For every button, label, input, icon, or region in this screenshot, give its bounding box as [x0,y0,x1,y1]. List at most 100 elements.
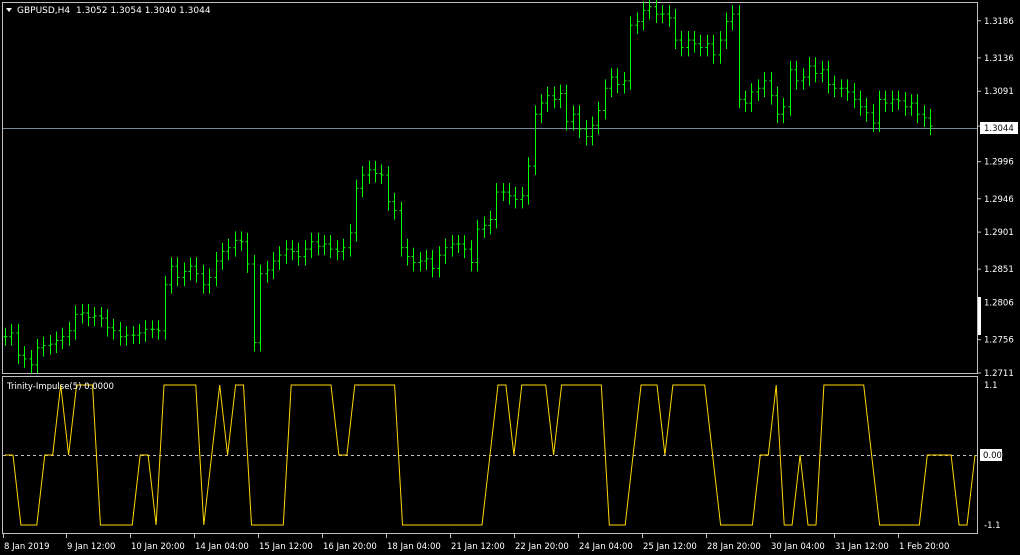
price-bar [826,60,831,94]
price-bar [233,231,238,257]
price-bar [424,249,429,270]
price-axis: 1.3186 1.3136 1.3091 1.2996 1.2946 1.2901 1.28… [977,17,1014,379]
price-bar [603,79,608,120]
price-bar [667,5,672,27]
price-bar [622,71,627,94]
trading-chart[interactable]: GBPUSD,H4 1.3052 1.3054 1.3040 1.3044 Tr… [0,0,1020,555]
price-bar [781,97,786,124]
price-bar [743,90,748,112]
price-bar [737,5,742,109]
time-tick-label: 24 Jan 04:00 [579,542,633,552]
price-bar [552,86,557,109]
time-axis: 8 Jan 2019 9 Jan 12:00 10 Jan 20:00 14 Jan … [3,534,949,552]
price-tick-label: 1.2756 [984,336,1014,346]
price-bar [577,105,582,138]
price-bar [730,5,735,31]
current-price-label: 1.3044 [984,124,1014,134]
price-bar [29,350,34,374]
price-bar [335,240,340,261]
price-bar [271,252,276,279]
price-bar [832,75,837,98]
price-bar [316,232,321,256]
price-bar [883,90,888,112]
price-bar [475,220,480,272]
price-bar [411,247,416,272]
price-bar [277,246,282,270]
symbol-timeframe: GBPUSD,H4 [17,6,70,16]
time-tick-label: 28 Jan 20:00 [707,542,761,552]
price-bar [296,242,301,266]
price-bar [430,249,435,278]
price-bar [558,84,563,109]
price-bar [226,238,231,261]
price-bar [877,90,882,133]
impulse-line [5,384,976,526]
price-bars [3,0,933,374]
price-bar [494,183,499,229]
price-bar [660,5,665,24]
price-tick-label: 1.2711 [984,369,1014,379]
price-bar [513,186,518,209]
price-bar [245,232,250,273]
price-bar [41,336,46,357]
time-tick-label: 31 Jan 12:00 [835,542,889,552]
price-tick-label: 1.2806 [984,299,1014,309]
price-bar [871,103,876,133]
price-bar [265,261,270,283]
time-tick-label: 14 Jan 04:00 [195,542,249,552]
price-bar [596,101,601,135]
price-bar [724,12,729,49]
price-bar [341,238,346,261]
scroll-handle[interactable] [978,297,981,335]
price-bar [399,201,404,257]
price-tick-label: 1.2851 [984,265,1014,275]
price-tick-label: 1.2996 [984,158,1014,168]
time-tick-label: 21 Jan 12:00 [451,542,505,552]
price-bar [456,235,461,253]
price-bar [105,309,110,337]
time-tick-label: 1 Feb 20:00 [899,542,949,552]
price-bar [73,305,78,340]
price-bar [163,275,168,340]
price-tick-label: 1.3136 [984,54,1014,64]
time-tick-label: 10 Jan 20:00 [131,542,185,552]
price-bar [698,34,703,57]
price-bar [628,16,633,90]
price-bar [839,79,844,98]
price-bar [309,232,314,259]
price-tick-label: 1.3186 [984,17,1014,27]
price-bar [469,240,474,272]
indicator-tick-label: -1.1 [984,521,1001,531]
time-tick-label: 30 Jan 04:00 [771,542,825,552]
price-bar [813,57,818,83]
ohlc-values: 1.3052 1.3054 1.3040 1.3044 [76,6,211,16]
price-bar [903,91,908,116]
price-bar [679,31,684,57]
price-bar [845,79,850,101]
price-bar [169,257,174,294]
price-bar [207,268,212,294]
price-bar [654,0,659,24]
price-bar [92,307,97,327]
price-bar [501,183,506,201]
price-bar [928,109,933,135]
price-tick-label: 1.3091 [984,87,1014,97]
price-bar [137,324,142,345]
price-bar [194,257,199,283]
indicator-value-label: 0.00 [983,451,1002,461]
price-bar [150,320,155,339]
price-bar [239,231,244,251]
price-bar [124,326,129,346]
time-tick-label: 22 Jan 20:00 [515,542,569,552]
price-bar [450,235,455,257]
price-bar [749,83,754,112]
price-bar [820,60,825,83]
triangle-down-icon[interactable] [6,8,12,12]
price-bar [520,186,525,209]
price-bar [615,68,620,94]
price-bar [348,223,353,257]
price-bar [890,90,895,112]
price-bar [482,216,487,239]
price-bar [67,321,72,346]
time-tick-label: 15 Jan 12:00 [259,542,313,552]
